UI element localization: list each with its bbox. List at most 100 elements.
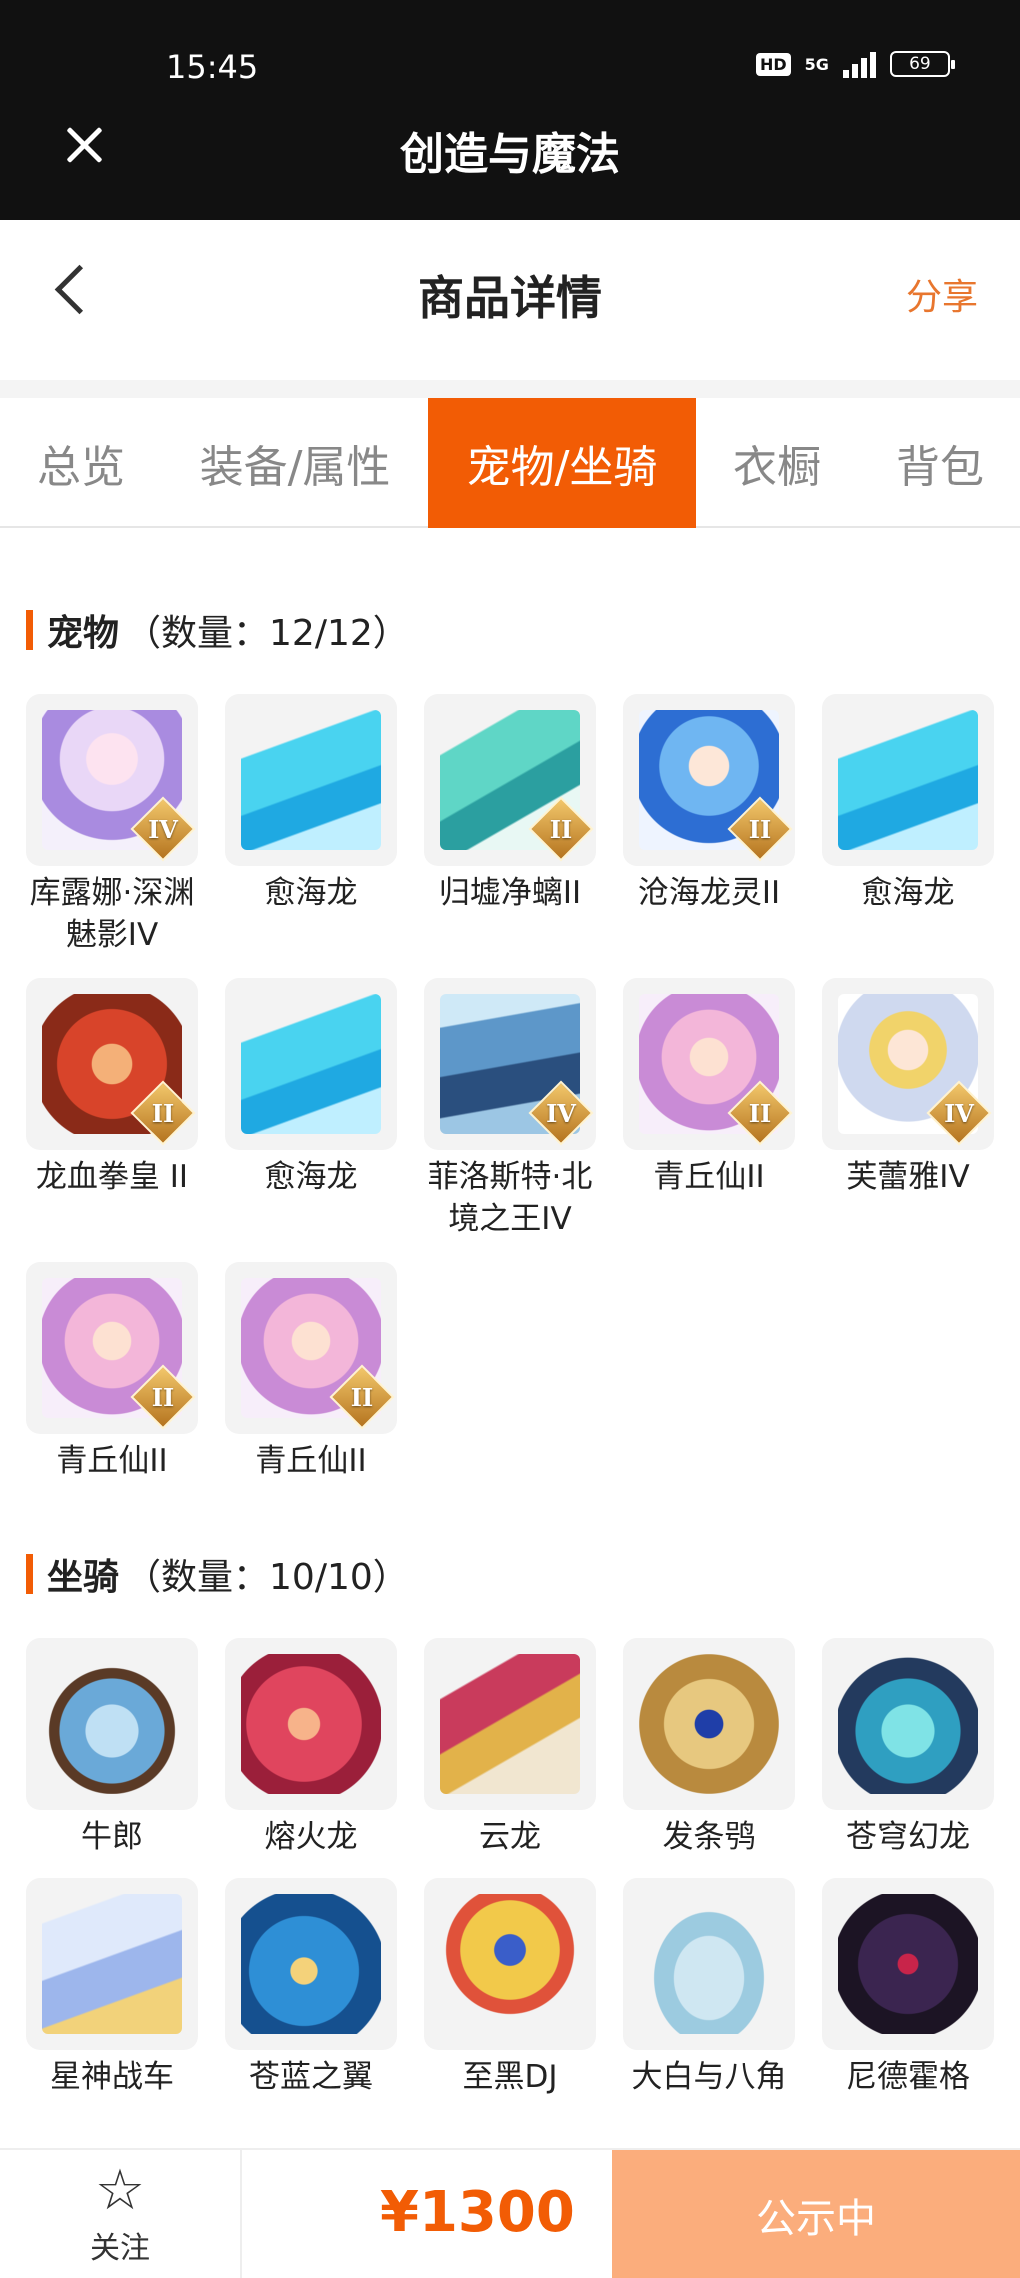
mount-thumbnail bbox=[623, 1638, 795, 1810]
star-icon: ☆ bbox=[94, 2158, 146, 2223]
pet-item[interactable]: II 龙血拳皇 II bbox=[26, 978, 198, 1198]
mount-name: 星神战车 bbox=[50, 2059, 174, 2095]
pet-item[interactable]: II 沧海龙灵II bbox=[623, 694, 795, 914]
pet-yuhailong-art bbox=[241, 994, 381, 1134]
pet-item[interactable]: II 归墟净螭II bbox=[424, 694, 596, 914]
pet-item[interactable]: IV 芙蕾雅IV bbox=[822, 978, 994, 1198]
mount-item[interactable]: 熔火龙 bbox=[225, 1638, 397, 1858]
pet-item[interactable]: 愈海龙 bbox=[822, 694, 994, 914]
status-button[interactable]: 公示中 bbox=[612, 2150, 1020, 2278]
pet-name: 库露娜·深渊魅影IV bbox=[29, 875, 195, 953]
mount-name: 大白与八角 bbox=[631, 2059, 787, 2095]
tab-backpack[interactable]: 背包 bbox=[860, 398, 1020, 528]
tab-equipment[interactable]: 装备/属性 bbox=[172, 398, 418, 528]
mount-item[interactable]: 至黑DJ bbox=[424, 1878, 596, 2098]
mount-whale-art bbox=[639, 1894, 779, 2034]
mount-name: 尼德霍格 bbox=[846, 2059, 970, 2095]
mount-name: 牛郎 bbox=[81, 1819, 143, 1855]
mount-xingshen-art bbox=[42, 1894, 182, 2034]
status-time: 15:45 bbox=[166, 48, 259, 86]
pet-name: 愈海龙 bbox=[264, 1159, 358, 1195]
app-top-bar: 15:45 HD 5G 69 创造与魔法 bbox=[0, 0, 1020, 220]
page-title: 商品详情 bbox=[418, 271, 602, 325]
pet-name: 菲洛斯特·北境之王IV bbox=[427, 1159, 593, 1237]
tab-bar: 总览 装备/属性 宠物/坐骑 衣橱 背包 bbox=[0, 398, 1020, 528]
pet-name: 青丘仙II bbox=[56, 1443, 168, 1479]
section-name: 宠物 bbox=[47, 613, 120, 654]
pet-name: 龙血拳皇 II bbox=[35, 1159, 189, 1195]
mount-item[interactable]: 苍穹幻龙 bbox=[822, 1638, 994, 1858]
mount-cangqiong-art bbox=[838, 1654, 978, 1794]
pet-thumbnail: II bbox=[225, 1262, 397, 1434]
mount-thumbnail bbox=[424, 1638, 596, 1810]
mount-ronghuo-art bbox=[241, 1654, 381, 1794]
divider bbox=[0, 380, 1020, 398]
rank-label: II bbox=[151, 1098, 175, 1128]
pet-thumbnail: II bbox=[623, 694, 795, 866]
mount-name: 熔火龙 bbox=[264, 1819, 358, 1855]
mount-thumbnail bbox=[26, 1638, 198, 1810]
pet-thumbnail: II bbox=[26, 978, 198, 1150]
mount-yunlong-art bbox=[440, 1654, 580, 1794]
pet-item[interactable]: II 青丘仙II bbox=[26, 1262, 198, 1482]
share-button[interactable]: 分享 bbox=[906, 268, 978, 320]
status-icons: HD 5G 69 bbox=[756, 50, 955, 78]
follow-label: 关注 bbox=[90, 2231, 150, 2266]
pet-name: 沧海龙灵II bbox=[637, 875, 781, 911]
pet-item[interactable]: II 青丘仙II bbox=[225, 1262, 397, 1482]
follow-button[interactable]: ☆ 关注 bbox=[0, 2150, 242, 2278]
mount-nidhogg-art bbox=[838, 1894, 978, 2034]
rank-label: II bbox=[549, 814, 573, 844]
mount-item[interactable]: 发条鸮 bbox=[623, 1638, 795, 1858]
mount-item[interactable]: 尼德霍格 bbox=[822, 1878, 994, 2098]
mount-thumbnail bbox=[822, 1878, 994, 2050]
section-count: （数量：12/12） bbox=[125, 613, 409, 654]
rank-label: IV bbox=[148, 814, 178, 844]
mount-item[interactable]: 大白与八角 bbox=[623, 1878, 795, 2098]
pet-item[interactable]: II 青丘仙II bbox=[623, 978, 795, 1198]
mount-name: 云龙 bbox=[479, 1819, 541, 1855]
mount-owl-art bbox=[639, 1654, 779, 1794]
rank-label: II bbox=[151, 1382, 175, 1412]
pet-thumbnail bbox=[225, 694, 397, 866]
mount-item[interactable]: 星神战车 bbox=[26, 1878, 198, 2098]
pet-name: 愈海龙 bbox=[264, 875, 358, 911]
pet-thumbnail: IV bbox=[822, 978, 994, 1150]
mount-item[interactable]: 苍蓝之翼 bbox=[225, 1878, 397, 2098]
app-title: 创造与魔法 bbox=[400, 129, 620, 180]
pet-thumbnail: II bbox=[623, 978, 795, 1150]
mount-name: 苍穹幻龙 bbox=[846, 1819, 970, 1855]
pet-yuhailong-art bbox=[838, 710, 978, 850]
mount-name: 苍蓝之翼 bbox=[249, 2059, 373, 2095]
rank-label: II bbox=[350, 1382, 374, 1412]
mount-item[interactable]: 牛郎 bbox=[26, 1638, 198, 1858]
mount-canglan-art bbox=[241, 1894, 381, 2034]
mount-thumbnail bbox=[822, 1638, 994, 1810]
pet-item[interactable]: 愈海龙 bbox=[225, 978, 397, 1198]
mount-thumbnail bbox=[424, 1878, 596, 2050]
pet-item[interactable]: IV 菲洛斯特·北境之王IV bbox=[424, 978, 596, 1240]
page-header: 商品详情 分享 bbox=[0, 220, 1020, 380]
pet-name: 青丘仙II bbox=[255, 1443, 367, 1479]
mount-thumbnail bbox=[225, 1878, 397, 2050]
tab-overview[interactable]: 总览 bbox=[0, 398, 162, 528]
rank-label: IV bbox=[546, 1098, 576, 1128]
mount-thumbnail bbox=[26, 1878, 198, 2050]
pet-thumbnail bbox=[822, 694, 994, 866]
pet-thumbnail: II bbox=[26, 1262, 198, 1434]
pet-item[interactable]: IV 库露娜·深渊魅影IV bbox=[26, 694, 198, 956]
mount-thumbnail bbox=[623, 1878, 795, 2050]
section-accent-bar bbox=[26, 1554, 33, 1594]
rank-label: IV bbox=[944, 1098, 974, 1128]
mount-item[interactable]: 云龙 bbox=[424, 1638, 596, 1858]
tab-pets-mounts[interactable]: 宠物/坐骑 bbox=[428, 398, 696, 528]
pet-thumbnail: IV bbox=[26, 694, 198, 866]
pet-name: 芙蕾雅IV bbox=[846, 1159, 970, 1195]
section-count: （数量：10/10） bbox=[125, 1557, 409, 1598]
mounts-section-title: 坐骑 （数量：10/10） bbox=[26, 1548, 409, 1600]
pet-thumbnail: IV bbox=[424, 978, 596, 1150]
pet-item[interactable]: 愈海龙 bbox=[225, 694, 397, 914]
mount-dj-art bbox=[440, 1894, 580, 2034]
pet-thumbnail: II bbox=[424, 694, 596, 866]
tab-wardrobe[interactable]: 衣橱 bbox=[696, 398, 858, 528]
